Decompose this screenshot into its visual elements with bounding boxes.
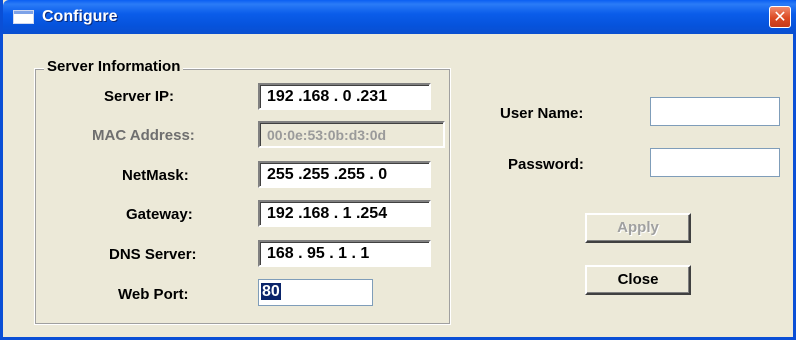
netmask-label: NetMask: [122,167,189,184]
web-port-value: 80 [261,283,281,300]
close-icon[interactable]: ✕ [769,6,791,28]
password-label: Password: [508,156,584,173]
gateway-label: Gateway: [126,206,193,223]
window-title: Configure [42,8,118,25]
server-ip-field[interactable]: 192 .168 . 0 .231 [258,83,431,110]
apply-button[interactable]: Apply [585,213,691,243]
close-button[interactable]: Close [585,265,691,295]
web-port-field[interactable]: 80 [258,279,373,306]
group-label: Server Information [44,58,184,75]
window-icon [13,10,34,24]
user-name-label: User Name: [500,105,584,122]
netmask-field[interactable]: 255 .255 .255 . 0 [258,161,431,188]
user-name-field[interactable] [650,97,780,126]
mac-address-label: MAC Address: [92,127,195,144]
web-port-label: Web Port: [118,286,189,303]
server-ip-label: Server IP: [104,88,175,105]
title-bar[interactable]: Configure ✕ [3,0,796,34]
configure-dialog: Configure ✕ Server Information Server IP… [0,0,796,340]
dns-server-field[interactable]: 168 . 95 . 1 . 1 [258,240,431,267]
mac-address-field: 00:0e:53:0b:d3:0d [258,121,445,148]
password-field[interactable] [650,148,780,177]
gateway-field[interactable]: 192 .168 . 1 .254 [258,200,431,227]
dns-server-label: DNS Server: [109,246,197,263]
